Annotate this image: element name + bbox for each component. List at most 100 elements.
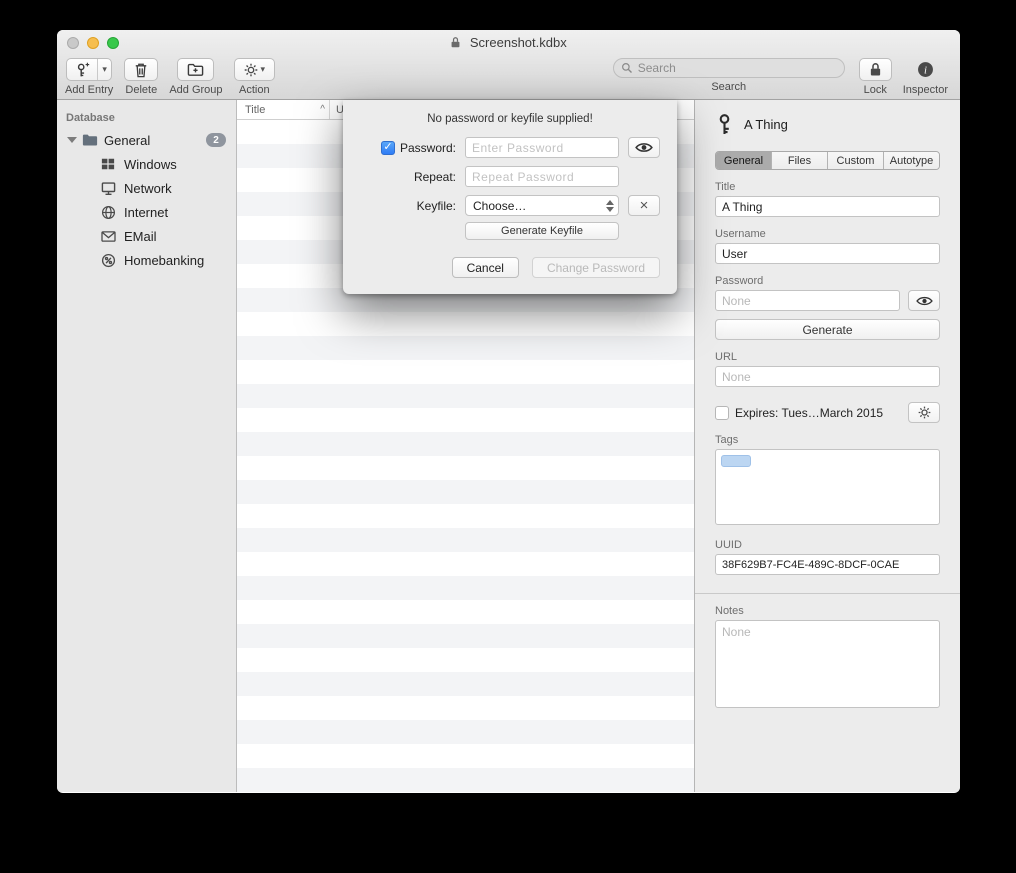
window-chrome: Screenshot.kdbx ▾ Add Entry	[57, 30, 960, 100]
dialog-password-input[interactable]	[465, 137, 619, 158]
info-icon: i	[917, 61, 934, 78]
add-entry-button[interactable]	[67, 59, 97, 80]
close-icon: ×	[640, 197, 649, 214]
search-input[interactable]	[638, 61, 837, 75]
expires-settings-button[interactable]	[908, 402, 940, 423]
generate-password-button[interactable]: Generate	[715, 319, 940, 340]
notes-field-label: Notes	[715, 605, 940, 617]
document-lock-icon	[450, 36, 461, 49]
tab-autotype[interactable]: Autotype	[884, 152, 939, 169]
inspector-tabs: General Files Custom Autotype	[715, 151, 940, 170]
sidebar-group-general[interactable]: General 2	[57, 128, 236, 152]
add-entry-label: Add Entry	[65, 84, 113, 96]
globe-icon	[100, 204, 116, 220]
inspector-button[interactable]: i	[913, 58, 938, 81]
sidebar-item-label: Homebanking	[124, 253, 204, 268]
windows-icon	[100, 156, 116, 172]
window-title: Screenshot.kdbx	[57, 30, 960, 56]
sidebar-item-label: Network	[124, 181, 172, 196]
disclosure-triangle-icon[interactable]	[67, 137, 77, 143]
search-field[interactable]	[613, 58, 845, 78]
uuid-field-label: UUID	[715, 539, 940, 551]
username-field-label: Username	[715, 228, 940, 240]
username-input[interactable]	[715, 243, 940, 264]
dialog-password-label: Password:	[400, 141, 456, 155]
add-group-button[interactable]	[177, 58, 214, 81]
title-field-label: Title	[715, 181, 940, 193]
desktop: Screenshot.kdbx ▾ Add Entry	[0, 0, 1016, 873]
sidebar-item-email[interactable]: EMail	[57, 224, 236, 248]
sidebar-section-header: Database	[57, 108, 236, 128]
uuid-input[interactable]	[715, 554, 940, 575]
password-input[interactable]	[715, 290, 900, 311]
tags-field-label: Tags	[715, 434, 940, 446]
toolbar-delete: Delete	[124, 58, 158, 96]
notes-textarea[interactable]: None	[715, 620, 940, 708]
window-title-text: Screenshot.kdbx	[470, 35, 567, 50]
inspector-label: Inspector	[903, 84, 948, 96]
tab-custom[interactable]: Custom	[828, 152, 884, 169]
sidebar-item-label: EMail	[124, 229, 157, 244]
show-password-button[interactable]	[908, 290, 940, 311]
coin-percent-icon	[100, 252, 116, 268]
tag-chip[interactable]	[721, 455, 751, 467]
toolbar-action: ▾ Action	[234, 58, 276, 96]
close-button[interactable]	[67, 37, 79, 49]
chevron-down-icon: ▾	[261, 64, 266, 75]
zoom-button[interactable]	[107, 37, 119, 49]
action-button[interactable]: ▾	[234, 58, 276, 81]
lock-icon	[869, 62, 882, 77]
sidebar-item-internet[interactable]: Internet	[57, 200, 236, 224]
inspector-header: A Thing	[715, 113, 940, 136]
delete-label: Delete	[125, 84, 157, 96]
sidebar-item-homebanking[interactable]: Homebanking	[57, 248, 236, 272]
eye-icon	[916, 295, 933, 307]
title-bar[interactable]: Screenshot.kdbx	[57, 30, 960, 56]
cancel-button[interactable]: Cancel	[452, 257, 519, 278]
search-icon	[621, 62, 633, 74]
dialog-show-password-button[interactable]	[628, 137, 660, 158]
app-window: Screenshot.kdbx ▾ Add Entry	[57, 30, 960, 793]
dialog-keyfile-label: Keyfile:	[360, 199, 456, 213]
toolbar: ▾ Add Entry Delete Add Group	[57, 56, 960, 99]
generate-keyfile-button[interactable]: Generate Keyfile	[465, 222, 619, 240]
keyfile-popup-button[interactable]: Choose…	[465, 195, 619, 216]
svg-text:i: i	[924, 65, 927, 76]
lock-button[interactable]	[859, 58, 892, 81]
dialog-message: No password or keyfile supplied!	[360, 113, 660, 125]
password-checkbox[interactable]: ✓	[381, 141, 395, 155]
toolbar-add-entry: ▾ Add Entry	[65, 58, 113, 96]
url-input[interactable]	[715, 366, 940, 387]
clear-keyfile-button[interactable]: ×	[628, 195, 660, 216]
tab-general[interactable]: General	[716, 152, 772, 169]
toolbar-lock: Lock	[859, 58, 892, 96]
expires-checkbox[interactable]	[715, 406, 729, 420]
network-icon	[100, 180, 116, 196]
folder-plus-icon	[187, 62, 204, 77]
entry-count-badge: 2	[206, 133, 226, 147]
minimize-button[interactable]	[87, 37, 99, 49]
tab-files[interactable]: Files	[772, 152, 828, 169]
sidebar-item-network[interactable]: Network	[57, 176, 236, 200]
change-password-button[interactable]: Change Password	[532, 257, 660, 278]
folder-icon	[82, 132, 98, 148]
delete-button[interactable]	[124, 58, 158, 81]
sidebar-item-label: Windows	[124, 157, 177, 172]
column-title-label: Title	[245, 104, 265, 116]
dialog-repeat-input[interactable]	[465, 166, 619, 187]
password-field-label: Password	[715, 275, 940, 287]
lock-label: Lock	[864, 84, 887, 96]
tags-box[interactable]	[715, 449, 940, 525]
toolbar-add-group: Add Group	[169, 58, 222, 96]
title-input[interactable]	[715, 196, 940, 217]
sidebar-item-windows[interactable]: Windows	[57, 152, 236, 176]
gear-icon	[244, 63, 258, 77]
action-label: Action	[239, 84, 270, 96]
column-header-title[interactable]: Title ^	[237, 100, 330, 119]
add-entry-dropdown-arrow[interactable]: ▾	[97, 59, 111, 80]
gear-icon	[918, 406, 931, 419]
eye-icon	[635, 141, 653, 154]
search-label: Search	[711, 81, 746, 93]
inspector-panel: A Thing General Files Custom Autotype Ti…	[695, 100, 960, 792]
trash-icon	[134, 62, 148, 78]
